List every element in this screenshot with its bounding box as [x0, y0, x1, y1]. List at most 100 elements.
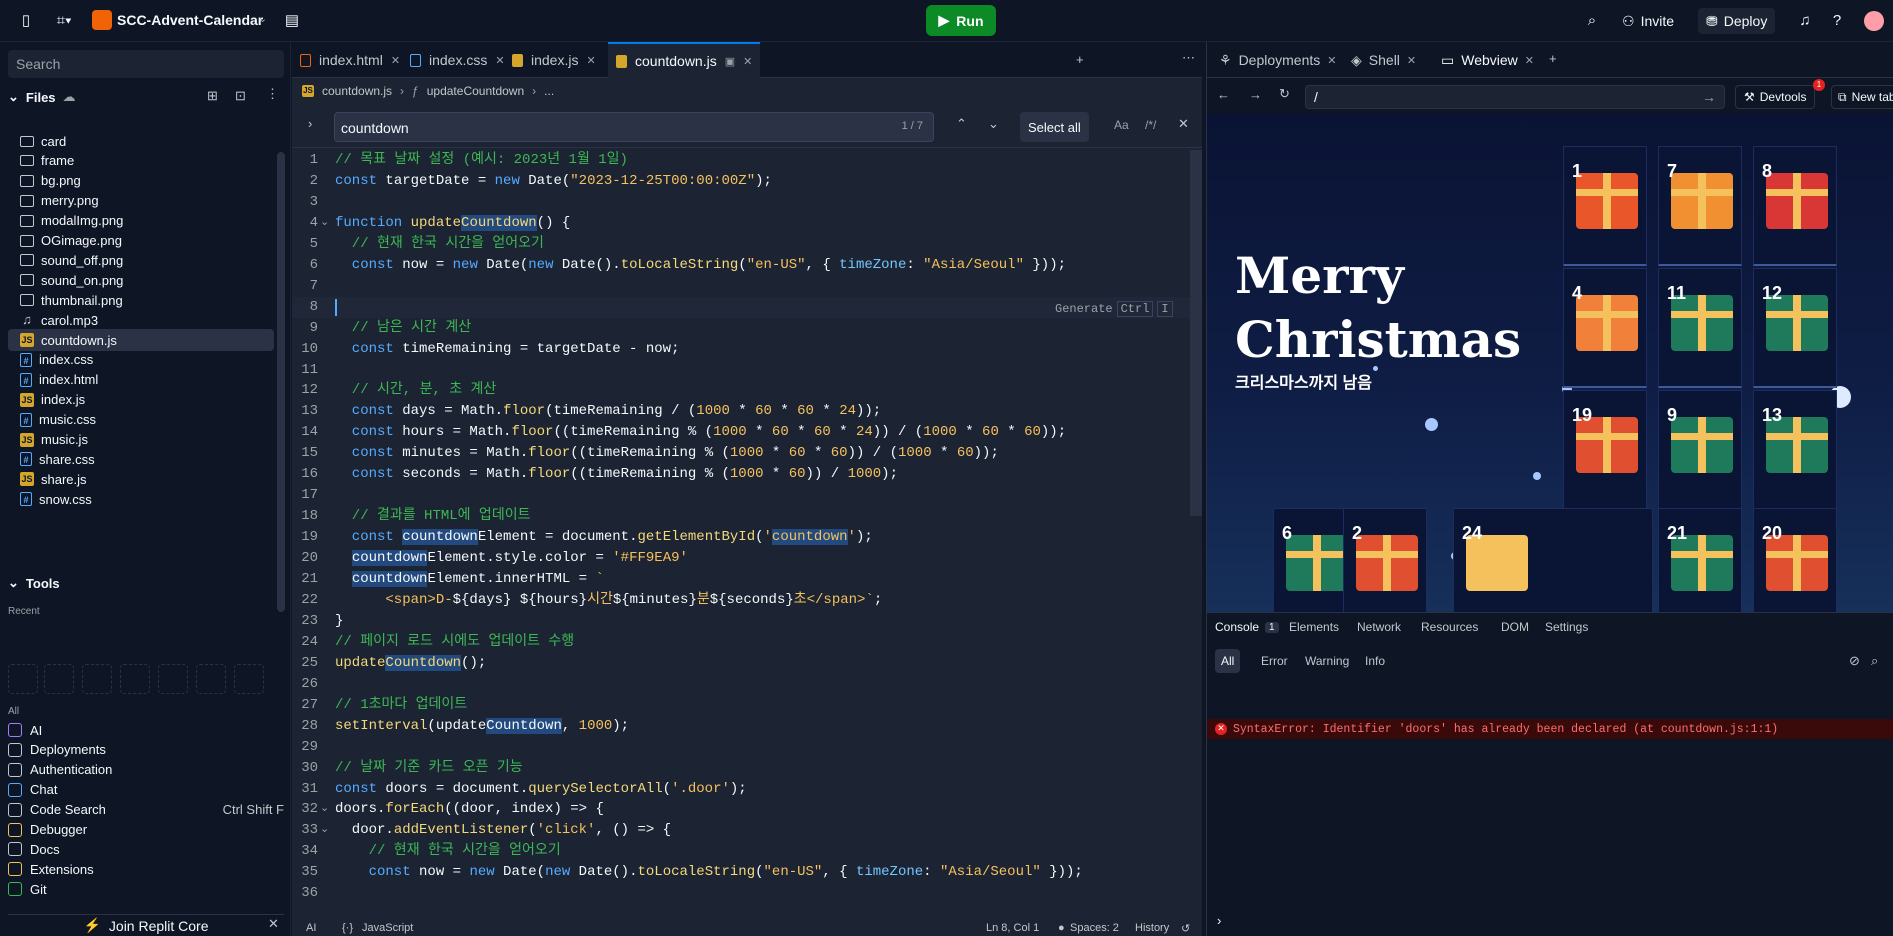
status-position[interactable]: Ln 8, Col 1	[986, 922, 1039, 934]
devtools-tab-network[interactable]: Network	[1357, 613, 1401, 641]
close-icon[interactable]: ✕	[391, 54, 400, 67]
tool-item-git[interactable]: Git	[8, 879, 284, 899]
reload-icon[interactable]: ↻	[1279, 86, 1290, 102]
calendar-door-11[interactable]: 11	[1658, 268, 1742, 388]
calendar-door-21[interactable]: 21	[1658, 508, 1742, 612]
tool-item-extensions[interactable]: Extensions	[8, 859, 284, 879]
status-language[interactable]: JavaScript	[362, 922, 413, 934]
close-icon[interactable]: ✕	[268, 916, 279, 932]
file-item[interactable]: thumbnail.png	[8, 289, 274, 311]
file-item[interactable]: OGimage.png	[8, 230, 274, 252]
tool-item-debugger[interactable]: Debugger	[8, 820, 284, 840]
close-icon[interactable]: ✕	[743, 55, 752, 68]
next-match-icon[interactable]: ⌄	[988, 116, 999, 132]
devtools-tab-dom[interactable]: DOM	[1501, 613, 1529, 641]
devtools-tab-settings[interactable]: Settings	[1545, 613, 1588, 641]
breadcrumb-function[interactable]: updateCountdown	[427, 84, 524, 98]
files-header[interactable]: ⌄ Files ☁	[8, 86, 76, 108]
go-icon[interactable]: →	[1702, 89, 1716, 105]
sidebar-search-input[interactable]: Search	[8, 50, 284, 78]
file-item[interactable]: # index.html	[8, 369, 274, 391]
tool-item-docs[interactable]: Docs	[8, 839, 284, 859]
close-icon[interactable]: ✕	[1407, 54, 1416, 67]
close-icon[interactable]: ✕	[1178, 116, 1189, 132]
select-all-button[interactable]: Select all	[1020, 112, 1089, 142]
new-tab-icon[interactable]: +	[1549, 51, 1557, 66]
tab-shell[interactable]: ◈ Shell ✕	[1343, 42, 1424, 78]
devtools-button[interactable]: ⚒ Devtools	[1735, 85, 1816, 109]
file-item[interactable]: bg.png	[8, 170, 274, 192]
deploy-button[interactable]: ⛃ Deploy	[1698, 8, 1776, 34]
calendar-door-8[interactable]: 8	[1753, 146, 1837, 266]
fold-icon[interactable]: ⌄	[320, 799, 329, 820]
file-item[interactable]: # music.css	[8, 409, 274, 431]
status-spaces[interactable]: Spaces: 2	[1070, 922, 1119, 934]
fold-icon[interactable]: ⌄	[320, 213, 329, 234]
console-prompt-icon[interactable]: ›	[1217, 913, 1221, 928]
console-error-row[interactable]: ✕ SyntaxError: Identifier 'doors' has al…	[1207, 719, 1893, 739]
fold-icon[interactable]: ⌄	[320, 820, 329, 841]
clear-console-icon[interactable]: ⊘	[1849, 653, 1860, 669]
avatar[interactable]	[1864, 11, 1884, 31]
code-area[interactable]: 1 // 목표 날짜 설정 (예시: 2023년 1월 1일) 2 const tar…	[292, 150, 1190, 906]
regex-toggle[interactable]: /*/	[1145, 118, 1156, 132]
find-input[interactable]: countdown 1 / 7	[334, 112, 934, 142]
close-icon[interactable]: ✕	[1525, 54, 1534, 67]
tab-deployments[interactable]: ⚘ Deployments ✕	[1211, 42, 1344, 78]
file-item[interactable]: modalImg.png	[8, 210, 274, 232]
help-icon[interactable]: ?	[1827, 11, 1847, 31]
filter-all[interactable]: All	[1215, 649, 1241, 673]
url-input[interactable]: / →	[1305, 85, 1725, 109]
search-icon[interactable]: ⌕	[1582, 11, 1602, 31]
file-item[interactable]: JS music.js	[8, 429, 274, 451]
filter-warning[interactable]: Warning	[1299, 649, 1355, 673]
generate-hint[interactable]: Generate Ctrl I	[1055, 301, 1173, 317]
tab-countdown-js[interactable]: countdown.js ▣ ✕	[608, 42, 761, 78]
file-item[interactable]: JS countdown.js	[8, 329, 274, 351]
calendar-door-20[interactable]: 20	[1753, 508, 1837, 612]
editor-scrollbar[interactable]	[1190, 150, 1202, 516]
file-item[interactable]: card	[8, 130, 274, 152]
run-button[interactable]: ▶ Run	[926, 5, 996, 36]
sidebar-scrollbar[interactable]	[277, 152, 285, 612]
tab-index-css[interactable]: index.css ✕	[402, 42, 513, 78]
tab-webview[interactable]: ▭ Webview ✕	[1433, 42, 1542, 78]
calendar-door-7[interactable]: 7	[1658, 146, 1742, 266]
calendar-door-9[interactable]: 9	[1658, 390, 1742, 510]
project-name[interactable]: SCC-Advent-Calendar	[117, 12, 263, 28]
breadcrumb-more[interactable]: ...	[544, 84, 554, 98]
previous-match-icon[interactable]: ⌃	[956, 116, 967, 132]
invite-button[interactable]: ⚇ Invite	[1614, 8, 1682, 34]
forward-icon[interactable]: →	[1249, 87, 1262, 102]
match-case-toggle[interactable]: Aa	[1114, 118, 1129, 132]
file-item[interactable]: merry.png	[8, 190, 274, 212]
close-icon[interactable]: ✕	[1327, 54, 1336, 67]
filter-info[interactable]: Info	[1359, 649, 1391, 673]
new-file-icon[interactable]: ⊞	[207, 88, 218, 104]
calendar-door-19[interactable]: 19	[1563, 390, 1647, 510]
calendar-door-12[interactable]: 12	[1753, 268, 1837, 388]
tab-index-js[interactable]: index.js ✕	[504, 42, 604, 78]
breadcrumb-file[interactable]: countdown.js	[322, 84, 392, 98]
tabs-more-icon[interactable]: ⋯	[1182, 50, 1195, 66]
devtools-tab-console[interactable]: Console 1	[1215, 613, 1279, 641]
webview-preview[interactable]: Merry Christmas 크리스마스까지 남음 1 7 8 4 11 12 19 9 13…	[1207, 114, 1893, 612]
file-item[interactable]: sound_on.png	[8, 269, 274, 291]
search-icon[interactable]: ⌕	[1871, 653, 1878, 669]
file-item[interactable]: sound_off.png	[8, 249, 274, 271]
chevron-down-icon[interactable]: ⌄	[258, 12, 267, 25]
join-core-button[interactable]: ⚡ Join Replit Core	[8, 914, 284, 936]
sidebar-toggle-icon[interactable]: ▯	[16, 11, 36, 31]
file-item[interactable]: JS share.js	[8, 468, 274, 490]
tool-item-authentication[interactable]: Authentication	[8, 760, 284, 780]
new-tab-button[interactable]: ⧉ New tab	[1831, 85, 1893, 109]
file-item[interactable]: # share.css	[8, 448, 274, 470]
devtools-tab-resources[interactable]: Resources	[1421, 613, 1478, 641]
tab-index-html[interactable]: index.html ✕	[292, 42, 408, 78]
search-project-icon[interactable]: ▤	[282, 11, 302, 31]
file-item[interactable]: ♫ carol.mp3	[8, 309, 274, 331]
calendar-door-24[interactable]: 24	[1453, 508, 1653, 612]
calendar-door-13[interactable]: 13	[1753, 390, 1837, 510]
calendar-door-2[interactable]: 2	[1343, 508, 1427, 612]
file-item[interactable]: frame	[8, 150, 274, 172]
